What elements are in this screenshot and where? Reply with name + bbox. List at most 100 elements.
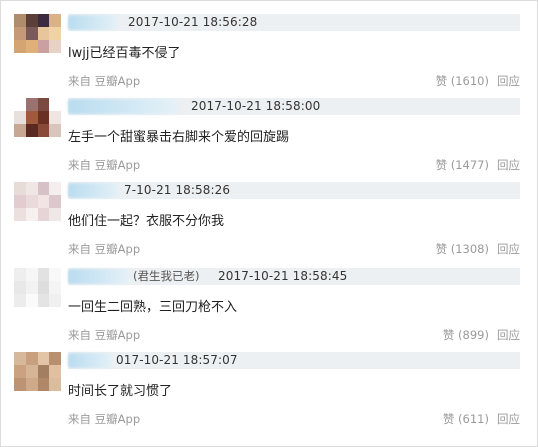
avatar-pixel [49,98,61,111]
comment-header: 017-10-21 18:57:07 [68,352,520,369]
avatar[interactable] [14,268,61,307]
username-blurred[interactable] [68,353,113,368]
avatar-pixel [37,365,50,378]
avatar-pixel [14,268,26,281]
username-suffix[interactable]: (君生我已老) [133,269,199,284]
username-blurred[interactable] [68,269,130,284]
avatar-pixel [37,27,50,40]
avatar-pixel [25,365,38,378]
avatar-pixel [25,98,38,111]
avatar[interactable] [14,14,61,53]
comment-text: 他们住一起？衣服不分你我 [68,214,225,229]
avatar-pixel [49,281,61,294]
like-button[interactable]: 赞 (1308) [436,242,489,256]
username-blurred[interactable] [68,183,120,198]
avatar-pixel [37,124,50,137]
avatar-pixel [37,268,50,281]
reply-button[interactable]: 回应 [497,158,520,172]
avatar-pixel [14,124,26,137]
avatar-pixel [25,40,38,53]
username-blurred[interactable] [68,99,178,114]
comment-item: 7-10-21 18:58:26 他们住一起？衣服不分你我 来自 豆瓣App 赞… [0,182,538,267]
avatar[interactable] [14,98,61,137]
comment-item: (君生我已老) 2017-10-21 18:58:45 一回生二回熟，三回刀枪不… [0,268,538,353]
like-button[interactable]: 赞 (1477) [436,158,489,172]
avatar-pixel [25,27,38,40]
comment-date: 2017-10-21 18:56:28 [128,15,258,29]
comment-item: 2017-10-21 18:56:28 lwjj已经百毒不侵了 来自 豆瓣App… [0,14,538,99]
avatar[interactable] [14,182,61,221]
avatar-pixel [49,124,61,137]
avatar-pixel [49,195,61,208]
avatar-pixel [25,195,38,208]
avatar-pixel [25,294,38,307]
avatar-pixel [25,182,38,195]
username-blurred[interactable] [68,15,118,30]
avatar-pixel [14,111,26,124]
avatar-pixel [49,14,61,27]
avatar-pixel [25,124,38,137]
avatar-pixel [49,182,61,195]
comment-date: 7-10-21 18:58:26 [124,183,231,197]
comment-date: 017-10-21 18:57:07 [116,353,238,367]
avatar-pixel [37,352,50,365]
comment-source: 来自 豆瓣App [68,242,141,256]
avatar-pixel [37,208,50,221]
comment-source: 来自 豆瓣App [68,412,141,426]
avatar[interactable] [14,352,61,391]
avatar-pixel [14,294,26,307]
like-button[interactable]: 赞 (611) [443,412,489,426]
avatar-pixel [14,14,26,27]
comment-header: 2017-10-21 18:56:28 [68,14,520,31]
avatar-pixel [14,195,26,208]
avatar-pixel [49,268,61,281]
comment-text: 左手一个甜蜜暴击右脚来个爱的回旋踢 [68,130,290,145]
avatar-pixel [49,208,61,221]
avatar-pixel [37,98,50,111]
avatar-pixel [25,281,38,294]
comment-footer: 来自 豆瓣App 赞 (899) 回应 [68,327,520,343]
avatar-pixel [25,14,38,27]
avatar-pixel [25,352,38,365]
comment-source: 来自 豆瓣App [68,74,141,88]
like-button[interactable]: 赞 (899) [443,328,489,342]
avatar-pixel [37,378,50,391]
avatar-pixel [14,182,26,195]
reply-button[interactable]: 回应 [497,328,520,342]
comment-footer: 来自 豆瓣App 赞 (1308) 回应 [68,241,520,257]
avatar-pixel [14,378,26,391]
comment-header: 2017-10-21 18:58:00 [68,98,520,115]
reply-button[interactable]: 回应 [497,74,520,88]
comment-source: 来自 豆瓣App [68,158,141,172]
avatar-pixel [14,352,26,365]
like-button[interactable]: 赞 (1610) [436,74,489,88]
avatar-pixel [49,294,61,307]
avatar-pixel [14,27,26,40]
avatar-pixel [25,268,38,281]
reply-button[interactable]: 回应 [497,412,520,426]
comment-header: 7-10-21 18:58:26 [68,182,520,199]
avatar-pixel [14,98,26,111]
avatar-pixel [37,14,50,27]
avatar-pixel [49,378,61,391]
comment-footer: 来自 豆瓣App 赞 (1477) 回应 [68,157,520,173]
comment-text: lwjj已经百毒不侵了 [68,46,181,61]
avatar-pixel [37,294,50,307]
comment-header: (君生我已老) 2017-10-21 18:58:45 [68,268,520,285]
comment-footer: 来自 豆瓣App 赞 (611) 回应 [68,411,520,427]
avatar-pixel [25,378,38,391]
comment-text: 时间长了就习惯了 [68,384,173,399]
comment-source: 来自 豆瓣App [68,328,141,342]
avatar-pixel [37,40,50,53]
comment-date: 2017-10-21 18:58:00 [191,99,321,113]
avatar-pixel [49,27,61,40]
avatar-pixel [14,208,26,221]
reply-button[interactable]: 回应 [497,242,520,256]
avatar-pixel [14,281,26,294]
comment-text: 一回生二回熟，三回刀枪不入 [68,300,238,315]
avatar-pixel [49,111,61,124]
avatar-pixel [49,352,61,365]
avatar-pixel [25,208,38,221]
comment-item: 017-10-21 18:57:07 时间长了就习惯了 来自 豆瓣App 赞 (… [0,352,538,437]
avatar-pixel [14,365,26,378]
